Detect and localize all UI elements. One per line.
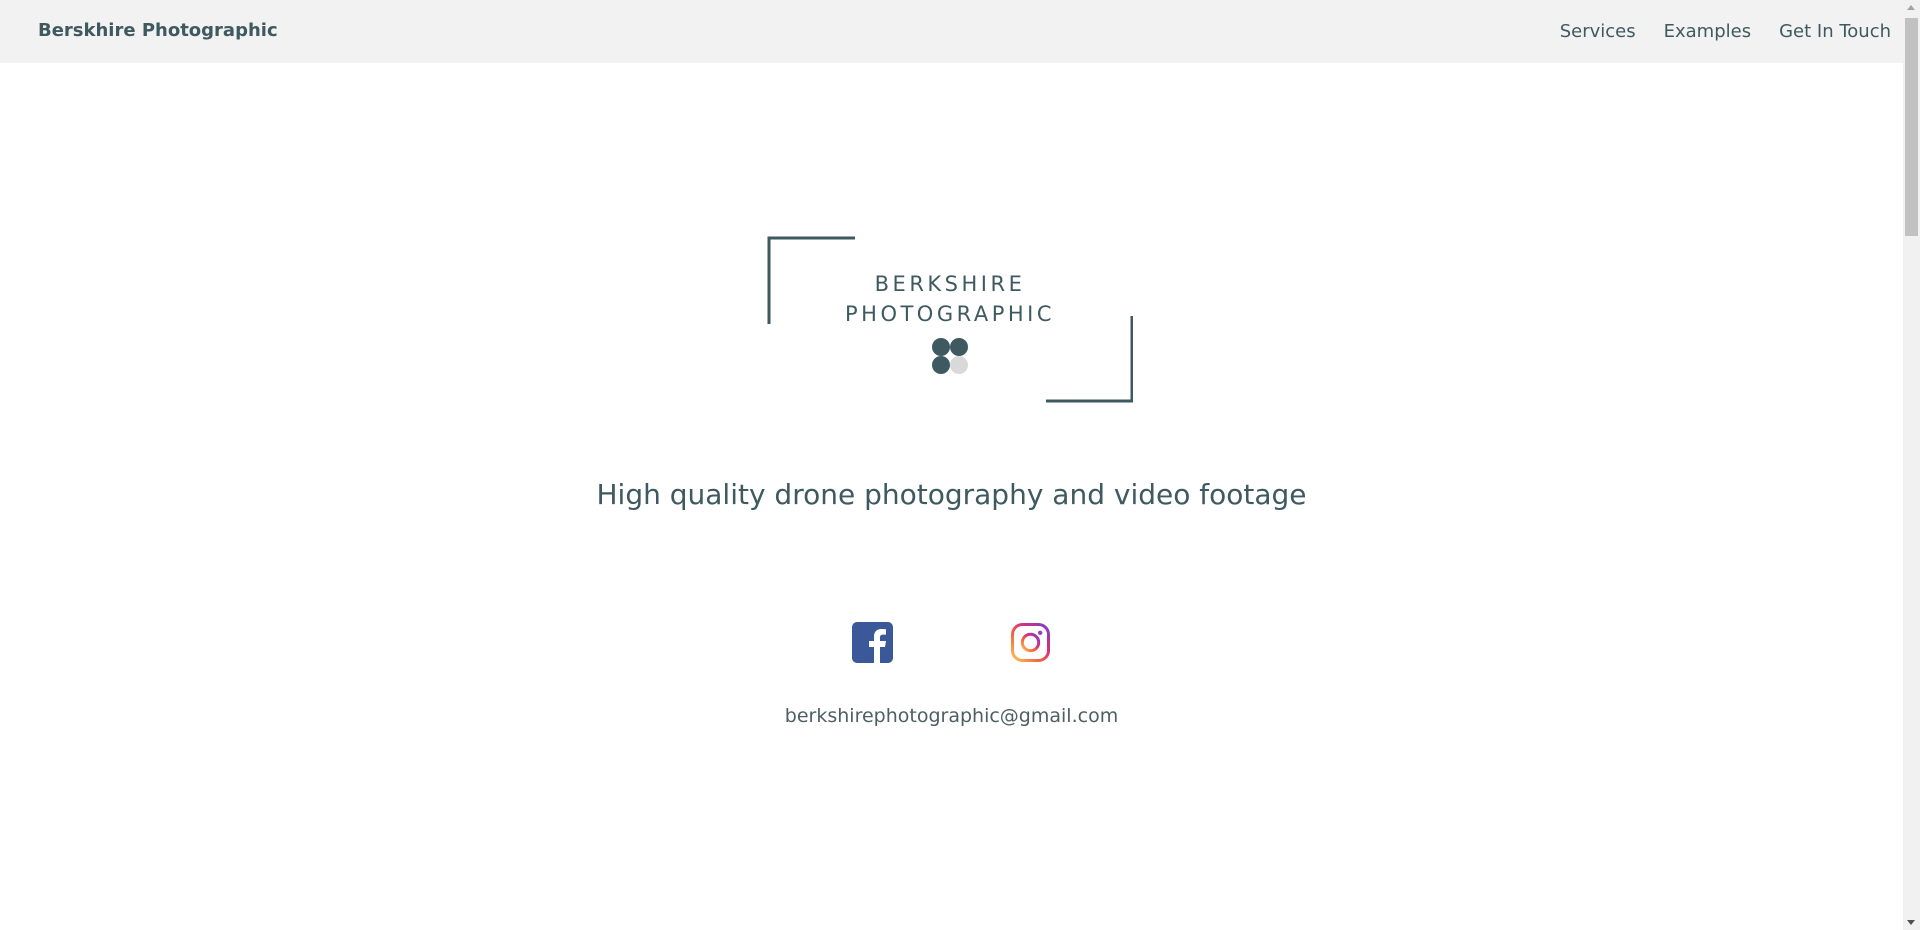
nav-links: Services Examples Get In Touch bbox=[1532, 0, 1891, 63]
brand-link[interactable]: Berskhire Photographic bbox=[38, 0, 278, 63]
instagram-icon bbox=[1011, 623, 1050, 662]
navbar: Berskhire Photographic Services Examples… bbox=[0, 0, 1903, 63]
nav-link-examples[interactable]: Examples bbox=[1664, 21, 1751, 42]
facebook-icon bbox=[852, 622, 893, 663]
scroll-up-arrow-icon[interactable] bbox=[1907, 5, 1915, 10]
nav-link-services[interactable]: Services bbox=[1560, 21, 1636, 42]
nav-link-get-in-touch[interactable]: Get In Touch bbox=[1779, 21, 1891, 42]
hero-logo: BERKSHIRE PHOTOGRAPHIC bbox=[767, 236, 1133, 404]
contact-email[interactable]: berkshirephotographic@gmail.com bbox=[0, 705, 1903, 727]
page: Berskhire Photographic Services Examples… bbox=[0, 0, 1920, 930]
facebook-link[interactable] bbox=[852, 622, 893, 663]
scroll-down-arrow-icon[interactable] bbox=[1907, 920, 1915, 925]
hero-tagline: High quality drone photography and video… bbox=[596, 478, 1307, 511]
vertical-scrollbar[interactable] bbox=[1903, 0, 1920, 930]
scroll-thumb[interactable] bbox=[1905, 18, 1918, 236]
logo-text-line-1: BERKSHIRE bbox=[874, 272, 1026, 296]
logo-text-line-2: PHOTOGRAPHIC bbox=[844, 302, 1056, 326]
instagram-link[interactable] bbox=[1010, 622, 1051, 663]
